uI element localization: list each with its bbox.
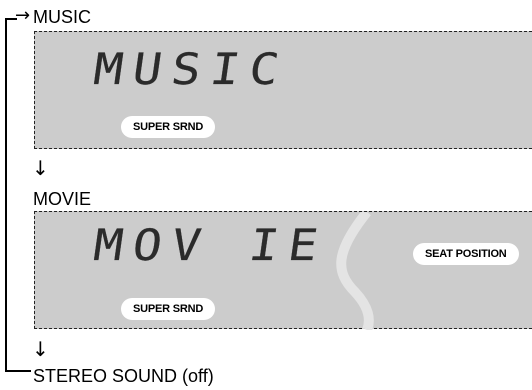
music-segment-text: MUSIC [90,44,293,95]
seat-position-badge: SEAT POSITION [413,243,519,265]
flow-line-bottom-tick [5,370,31,372]
flow-line-top [5,18,7,372]
seat-curve-shape [336,212,374,330]
music-mode-label: MUSIC [33,7,91,27]
movie-display-panel: MOV IE SEAT POSITION SUPER SRND [34,211,532,330]
movie-mode-label: MOVIE [33,189,92,209]
right-arrow-icon: → [15,5,31,26]
super-srnd-badge: SUPER SRND [121,116,216,138]
down-arrow-icon: ↓ [32,337,49,361]
music-display-panel: MUSIC SUPER SRND [34,31,532,149]
super-srnd-badge: SUPER SRND [121,298,216,320]
stereo-sound-off-label: STEREO SOUND (off) [33,366,214,386]
down-arrow-icon: ↓ [32,156,49,180]
movie-segment-text: MOV IE [90,220,331,271]
